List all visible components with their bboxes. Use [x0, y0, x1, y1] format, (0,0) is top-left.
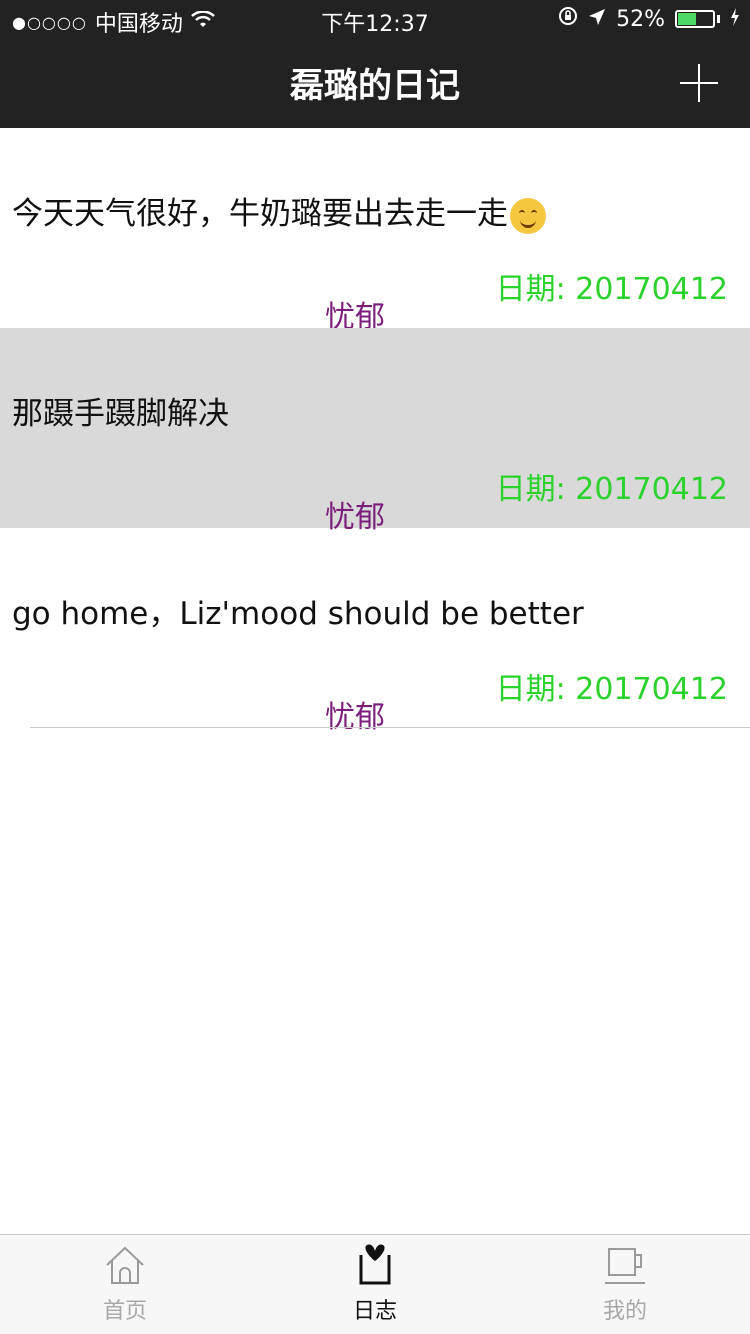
tab-diary[interactable]: 日志 — [250, 1243, 500, 1325]
top-bar: ●○○○○ 中国移动 下午12:37 52% 磊璐的日记 — [0, 0, 750, 128]
battery-percent: 52% — [616, 6, 665, 32]
status-bar: ●○○○○ 中国移动 下午12:37 52% — [0, 0, 750, 40]
battery-level — [678, 13, 696, 25]
location-icon — [588, 7, 606, 32]
tab-bar: 首页 日志 我的 — [0, 1234, 750, 1334]
battery-cap — [717, 15, 720, 23]
entry-mood: 忧郁 — [325, 700, 385, 735]
tab-home[interactable]: 首页 — [0, 1243, 250, 1325]
page-title: 磊璐的日记 — [290, 66, 460, 106]
smiling-face-icon — [510, 197, 546, 234]
diary-list: 今天天气很好，牛奶璐要出去走一走 日期: 20170412 忧郁 那蹑手蹑脚解决… — [0, 128, 750, 735]
tab-home-label: 首页 — [102, 1299, 147, 1324]
entry-text-wrap: 今天天气很好，牛奶璐要出去走一走 — [12, 188, 546, 234]
diary-entry[interactable]: go home，Liz'mood should be better 日期: 20… — [0, 528, 750, 735]
entry-text: 今天天气很好，牛奶璐要出去走一走 — [12, 196, 508, 232]
entry-text: go home，Liz'mood should be better — [12, 596, 584, 632]
diary-entry[interactable]: 今天天气很好，牛奶璐要出去走一走 日期: 20170412 忧郁 — [0, 128, 750, 335]
cup-icon — [603, 1243, 647, 1287]
status-right: 52% — [558, 6, 740, 32]
battery-icon — [675, 10, 715, 28]
tab-mine[interactable]: 我的 — [500, 1243, 750, 1325]
rotation-lock-icon — [558, 6, 578, 32]
charging-icon — [730, 7, 740, 32]
entry-text: 那蹑手蹑脚解决 — [12, 396, 229, 432]
add-entry-button[interactable] — [680, 64, 718, 102]
tab-diary-label: 日志 — [352, 1299, 397, 1324]
home-icon — [103, 1243, 147, 1287]
list-divider — [30, 727, 750, 728]
tab-mine-label: 我的 — [602, 1299, 647, 1324]
diary-icon — [353, 1243, 397, 1287]
diary-entry-selected[interactable]: 那蹑手蹑脚解决 日期: 20170412 忧郁 — [0, 328, 750, 535]
